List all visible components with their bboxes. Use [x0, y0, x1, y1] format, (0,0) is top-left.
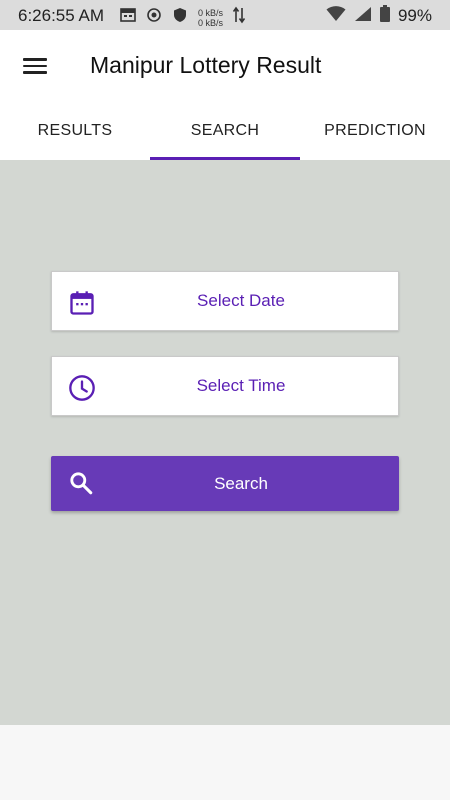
hamburger-menu-icon[interactable]: [16, 52, 54, 80]
tab-search[interactable]: SEARCH: [150, 102, 300, 160]
search-button-label: Search: [214, 473, 268, 493]
select-time-label: Select Time: [196, 376, 286, 395]
search-content: Select Date Select Time Search: [0, 160, 450, 725]
tab-results[interactable]: RESULTS: [0, 102, 150, 160]
app-title: Manipur Lottery Result: [90, 52, 322, 78]
search-icon: [68, 470, 94, 496]
tab-bar: RESULTS SEARCH PREDICTION: [0, 102, 450, 160]
select-time-button[interactable]: Select Time: [51, 356, 399, 416]
clock-icon: [68, 374, 96, 402]
battery-percent: 99%: [397, 6, 432, 25]
app-bar: Manipur Lottery Result: [0, 30, 450, 102]
record-icon: [146, 7, 162, 28]
data-arrows-icon: [232, 6, 246, 29]
tab-prediction[interactable]: PREDICTION: [300, 102, 450, 160]
calendar-icon: [120, 7, 136, 28]
status-time: 6:26:55 AM: [18, 6, 105, 25]
net-up-speed: 0 kB/s: [198, 7, 224, 18]
battery-icon: [379, 5, 390, 27]
status-bar: 6:26:55 AM 0 kB/s 0 kB/s 99%: [0, 0, 450, 30]
shield-icon: [172, 7, 188, 28]
net-down-speed: 0 kB/s: [198, 17, 224, 28]
network-speed: 0 kB/s 0 kB/s: [198, 8, 223, 28]
search-button[interactable]: Search: [51, 456, 399, 511]
status-notification-icons: 0 kB/s 0 kB/s: [120, 6, 246, 29]
wifi-icon: [326, 5, 346, 27]
select-date-label: Select Date: [197, 291, 285, 310]
signal-icon: [354, 6, 372, 27]
status-system-icons: 99%: [326, 5, 432, 27]
bottom-area: [0, 725, 450, 800]
calendar-icon: [68, 289, 96, 317]
select-date-button[interactable]: Select Date: [51, 271, 399, 331]
